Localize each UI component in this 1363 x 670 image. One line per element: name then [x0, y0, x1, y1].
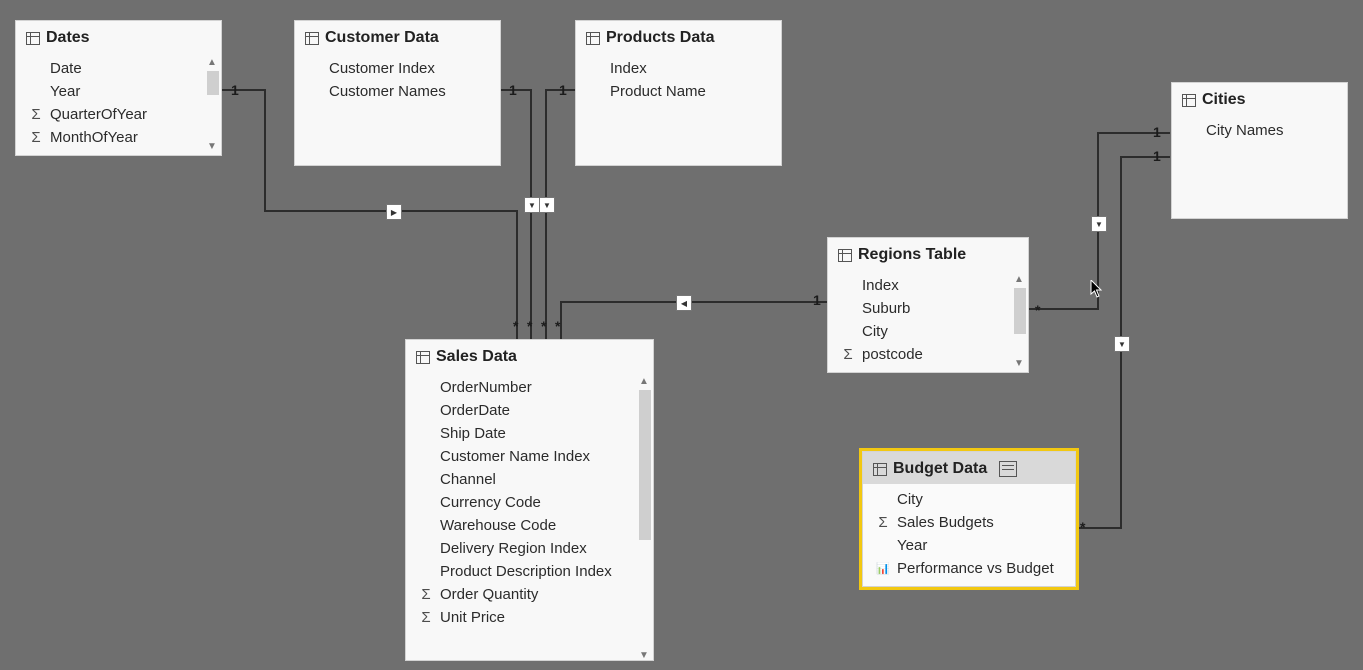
field[interactable]: Channel — [406, 468, 653, 491]
table-title: Regions Table — [858, 246, 966, 264]
flow-arrow: ▼ — [524, 197, 540, 213]
table-budget-data[interactable]: Budget Data City Σ Sales Budgets Year 📊 … — [862, 451, 1076, 587]
table-fields: City Σ Sales Budgets Year 📊 Performance … — [863, 484, 1075, 586]
field[interactable]: Customer Names — [295, 80, 500, 103]
table-header[interactable]: Budget Data — [863, 452, 1075, 484]
field[interactable]: Ship Date — [406, 422, 653, 445]
cardinality-many: * — [555, 318, 560, 334]
cardinality-many: * — [1080, 519, 1085, 535]
field[interactable]: Suburb — [828, 297, 1028, 320]
table-products-data[interactable]: Products Data Index Product Name — [575, 20, 782, 166]
scrollbar-thumb[interactable] — [207, 71, 219, 95]
field[interactable]: Σ QuarterOfYear — [16, 103, 221, 126]
field[interactable]: Customer Name Index — [406, 445, 653, 468]
table-fields: ▲ Date Year Σ QuarterOfYear Σ MonthOfYea… — [16, 53, 221, 155]
sigma-icon: Σ — [875, 515, 891, 531]
table-title: Cities — [1202, 91, 1246, 109]
field[interactable]: Σ Sales Budgets — [863, 511, 1075, 534]
table-fields: Customer Index Customer Names — [295, 53, 500, 165]
table-dates[interactable]: Dates ▲ Date Year Σ QuarterOfYear Σ Mont… — [15, 20, 222, 156]
table-header[interactable]: Sales Data — [406, 340, 653, 372]
table-fields: ▲ OrderNumber OrderDate Ship Date Custom… — [406, 372, 653, 664]
field[interactable]: 📊 Performance vs Budget — [863, 557, 1075, 580]
field[interactable]: Product Name — [576, 80, 781, 103]
table-header[interactable]: Cities — [1172, 83, 1347, 115]
table-sales-data[interactable]: Sales Data ▲ OrderNumber OrderDate Ship … — [405, 339, 654, 661]
sigma-icon: Σ — [28, 107, 44, 123]
table-options-icon[interactable] — [999, 461, 1017, 477]
field[interactable]: Σ MonthOfYear — [16, 126, 221, 149]
table-title: Budget Data — [893, 460, 987, 478]
scrollbar-thumb[interactable] — [639, 390, 651, 540]
flow-arrow: ▼ — [1114, 336, 1130, 352]
table-icon — [26, 32, 40, 45]
field[interactable]: City — [863, 488, 1075, 511]
flow-arrow: ▼ — [1091, 216, 1107, 232]
cardinality-many: * — [513, 318, 518, 334]
table-title: Dates — [46, 29, 90, 47]
scroll-down-icon[interactable]: ▼ — [205, 139, 219, 153]
sigma-icon: Σ — [418, 610, 434, 626]
table-icon — [416, 351, 430, 364]
table-header[interactable]: Products Data — [576, 21, 781, 53]
cardinality-many: * — [541, 318, 546, 334]
cardinality-one: 1 — [813, 292, 821, 308]
flow-arrow: ▼ — [539, 197, 555, 213]
table-title: Customer Data — [325, 29, 439, 47]
table-icon — [586, 32, 600, 45]
flow-arrow: ▶ — [386, 204, 402, 220]
table-icon — [1182, 94, 1196, 107]
table-fields: City Names — [1172, 115, 1347, 218]
table-icon — [838, 249, 852, 262]
table-icon — [305, 32, 319, 45]
field[interactable]: Warehouse Code — [406, 514, 653, 537]
scroll-down-icon[interactable]: ▼ — [637, 648, 651, 662]
mouse-cursor-icon — [1090, 280, 1104, 298]
field[interactable]: Index — [576, 57, 781, 80]
field[interactable]: Σ Order Quantity — [406, 583, 653, 606]
field[interactable]: Σ postcode — [828, 343, 1028, 366]
cardinality-one: 1 — [231, 82, 239, 98]
field[interactable]: Currency Code — [406, 491, 653, 514]
cardinality-one: 1 — [1153, 148, 1161, 164]
table-title: Sales Data — [436, 348, 517, 366]
table-fields: ▲ Index Suburb City Σ postcode ▼ — [828, 270, 1028, 372]
field[interactable]: Date — [16, 57, 221, 80]
table-header[interactable]: Dates — [16, 21, 221, 53]
field[interactable]: Year — [863, 534, 1075, 557]
field[interactable]: OrderNumber — [406, 376, 653, 399]
table-header[interactable]: Regions Table — [828, 238, 1028, 270]
field[interactable]: OrderDate — [406, 399, 653, 422]
table-icon — [873, 463, 887, 476]
sigma-icon: Σ — [840, 347, 856, 363]
field[interactable]: Product Description Index — [406, 560, 653, 583]
scroll-down-icon[interactable]: ▼ — [1012, 356, 1026, 370]
scrollbar-thumb[interactable] — [1014, 288, 1026, 334]
cardinality-many: * — [1035, 302, 1040, 318]
table-cities[interactable]: Cities City Names — [1171, 82, 1348, 219]
flow-arrow: ◀ — [676, 295, 692, 311]
field[interactable]: Σ Unit Price — [406, 606, 653, 629]
table-customer-data[interactable]: Customer Data Customer Index Customer Na… — [294, 20, 501, 166]
field[interactable]: City — [828, 320, 1028, 343]
table-title: Products Data — [606, 29, 714, 47]
field[interactable]: Index — [828, 274, 1028, 297]
field[interactable]: Year — [16, 80, 221, 103]
field[interactable]: City Names — [1172, 119, 1347, 142]
cardinality-one: 1 — [509, 82, 517, 98]
sigma-icon: Σ — [418, 587, 434, 603]
table-header[interactable]: Customer Data — [295, 21, 500, 53]
table-fields: Index Product Name — [576, 53, 781, 165]
cardinality-many: * — [527, 318, 532, 334]
cardinality-one: 1 — [1153, 124, 1161, 140]
cardinality-one: 1 — [559, 82, 567, 98]
sigma-icon: Σ — [28, 130, 44, 146]
field[interactable]: Delivery Region Index — [406, 537, 653, 560]
measure-icon: 📊 — [875, 561, 891, 577]
table-regions[interactable]: Regions Table ▲ Index Suburb City Σ post… — [827, 237, 1029, 373]
model-view-canvas[interactable]: ▶ ▼ ▼ ◀ ▼ ▼ 1 1 1 1 1 1 * * * * * * Date… — [0, 0, 1363, 670]
field[interactable]: Customer Index — [295, 57, 500, 80]
